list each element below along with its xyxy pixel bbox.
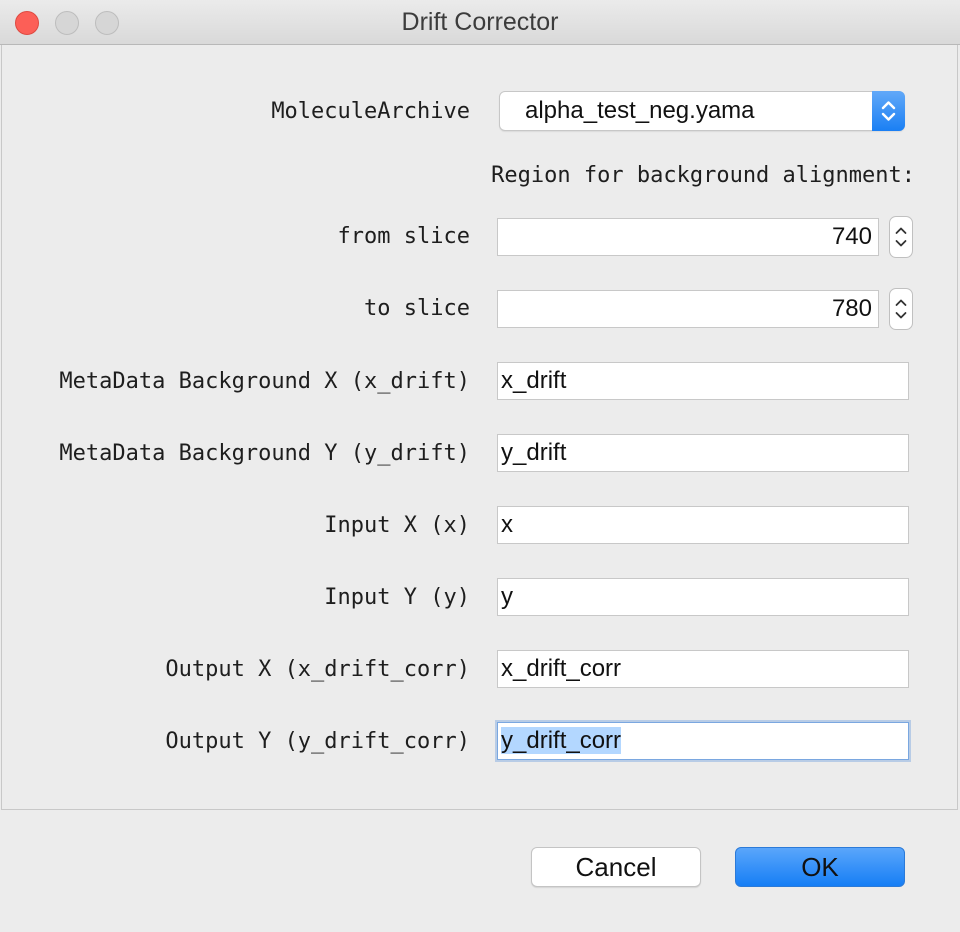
window-title: Drift Corrector <box>401 8 559 36</box>
input-y-field[interactable]: y <box>497 578 909 616</box>
to-slice-stepper-icon[interactable] <box>889 288 913 330</box>
background-x-field[interactable]: x_drift <box>497 362 909 400</box>
archive-label: MoleculeArchive <box>271 99 470 124</box>
to-slice-label: to slice <box>364 296 470 321</box>
ok-button[interactable]: OK <box>735 847 905 887</box>
archive-select-value: alpha_test_neg.yama <box>525 97 755 124</box>
output-y-label: Output Y (y_drift_corr) <box>165 729 470 754</box>
from-slice-label: from slice <box>337 224 470 249</box>
background-x-label: MetaData Background X (x_drift) <box>59 369 470 394</box>
background-y-field[interactable]: y_drift <box>497 434 909 472</box>
input-x-label: Input X (x) <box>324 513 470 538</box>
output-y-field[interactable]: y_drift_corr <box>497 722 909 760</box>
from-slice-stepper-icon[interactable] <box>889 216 913 258</box>
archive-select[interactable]: alpha_test_neg.yama <box>499 91 905 131</box>
drift-corrector-dialog: Drift Corrector MoleculeArchive alpha_te… <box>0 0 960 932</box>
region-heading: Region for background alignment: <box>491 163 915 188</box>
input-y-label: Input Y (y) <box>324 585 470 610</box>
form-panel <box>1 45 958 810</box>
input-x-field[interactable]: x <box>497 506 909 544</box>
output-x-field[interactable]: x_drift_corr <box>497 650 909 688</box>
background-y-label: MetaData Background Y (y_drift) <box>59 441 470 466</box>
from-slice-field[interactable]: 740 <box>497 218 879 256</box>
cancel-button[interactable]: Cancel <box>531 847 701 887</box>
output-y-selected-text: y_drift_corr <box>501 727 622 754</box>
output-x-label: Output X (x_drift_corr) <box>165 657 470 682</box>
title-bar: Drift Corrector <box>0 0 960 45</box>
chevron-up-down-icon[interactable] <box>872 91 905 131</box>
to-slice-field[interactable]: 780 <box>497 290 879 328</box>
